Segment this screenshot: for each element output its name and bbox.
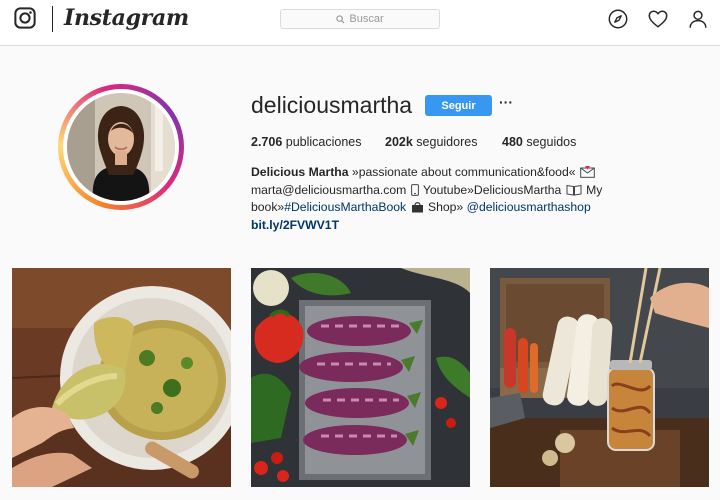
bio-email: marta@deliciousmartha.com	[251, 182, 407, 197]
post-thumbnail-pickled-vegetables[interactable]	[490, 268, 709, 487]
post-image	[12, 268, 231, 487]
bio-shop-prefix: Shop»	[427, 200, 464, 214]
profile-bio: Delicious Martha »passionate about commu…	[251, 164, 603, 234]
shopping-bag-icon	[411, 202, 423, 213]
posts-count: 2.706 publicaciones	[251, 135, 362, 149]
bio-book-prefix: book»	[251, 200, 285, 214]
profile-avatar-story-ring[interactable]	[58, 84, 184, 210]
search-icon	[336, 14, 345, 24]
post-image	[490, 268, 709, 487]
bio-website-link[interactable]: bit.ly/2FVWV1T	[251, 218, 339, 232]
following-value: 480	[502, 135, 523, 149]
phone-icon	[410, 183, 419, 196]
post-thumbnail-tortilla[interactable]	[12, 268, 231, 487]
envelope-icon	[580, 166, 595, 178]
more-options-icon[interactable]: ···	[499, 94, 513, 110]
bio-youtube: Youtube»DeliciousMartha	[422, 182, 562, 197]
profile-username: deliciousmartha	[251, 92, 413, 118]
compass-icon[interactable]	[607, 8, 629, 30]
follow-button[interactable]: Seguir	[425, 95, 492, 116]
following-label: seguidos	[526, 135, 577, 149]
open-book-icon	[566, 184, 582, 196]
followers-label: seguidores	[416, 135, 478, 149]
profile-photo	[67, 93, 175, 201]
following-count[interactable]: 480 seguidos	[502, 135, 576, 149]
avatar	[67, 93, 175, 201]
posts-label: publicaciones	[285, 135, 362, 149]
bio-book-label: My	[586, 182, 603, 197]
instagram-wordmark[interactable]: Instagram	[64, 5, 189, 31]
profile-full-name: Delicious Martha	[251, 165, 349, 179]
followers-count[interactable]: 202k seguidores	[385, 135, 477, 149]
bio-hashtag-link[interactable]: #DeliciousMarthaBook	[284, 200, 406, 214]
bio-shop-mention-link[interactable]: @deliciousmarthashop	[467, 200, 591, 214]
user-icon[interactable]	[687, 8, 709, 30]
followers-value: 202k	[385, 135, 413, 149]
top-navigation-bar: Instagram Buscar	[0, 0, 720, 46]
bio-tagline: »passionate about communication&food«	[351, 165, 576, 179]
logo-divider	[52, 6, 53, 32]
instagram-camera-icon[interactable]	[14, 7, 36, 29]
heart-icon[interactable]	[647, 8, 669, 30]
search-placeholder: Buscar	[349, 13, 384, 25]
posts-value: 2.706	[251, 135, 283, 149]
post-image	[251, 268, 470, 487]
search-input[interactable]: Buscar	[280, 9, 440, 29]
post-thumbnail-eggplants[interactable]	[251, 268, 470, 487]
